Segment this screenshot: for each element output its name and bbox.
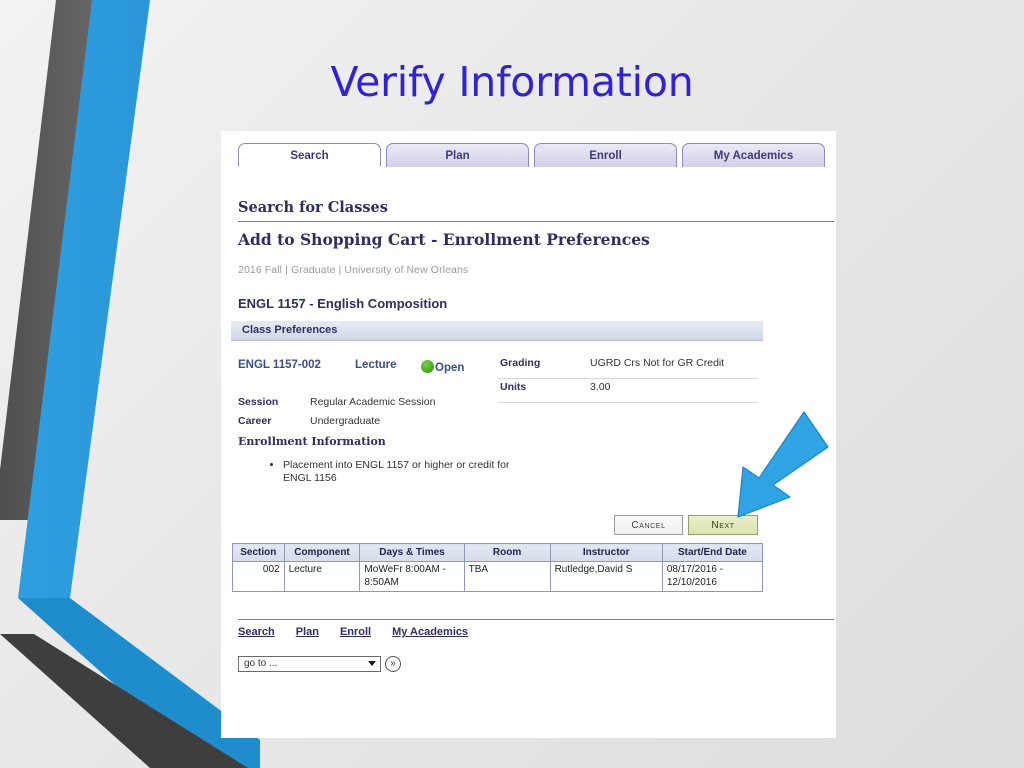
detail-grading: Grading UGRD Crs Not for GR Credit (498, 355, 758, 379)
col-days-times: Days & Times (359, 543, 465, 562)
col-section: Section (232, 543, 285, 562)
open-status-icon (421, 360, 434, 373)
page-heading: Search for Classes (238, 199, 388, 216)
cell-section: 002 (232, 561, 285, 592)
detail-grading-key: Grading (500, 357, 541, 369)
detail-session-value: Regular Academic Session (310, 396, 436, 408)
tab-my-academics[interactable]: My Academics (682, 143, 825, 167)
footer-divider (238, 619, 834, 620)
class-code: ENGL 1157-002 (238, 359, 321, 371)
cell-room: TBA (463, 561, 551, 592)
goto-submit-button[interactable]: » (385, 655, 401, 672)
enrollment-information-heading: Enrollment Information (238, 435, 386, 448)
class-preferences-label: Class Preferences (242, 324, 338, 336)
tab-search[interactable]: Search (238, 143, 381, 167)
status-badge: Open (421, 358, 464, 374)
schedule-table: Section Component Days & Times Room Inst… (232, 543, 764, 592)
footer-link-my-academics[interactable]: My Academics (392, 626, 468, 638)
list-item: Placement into ENGL 1157 or higher or cr… (283, 459, 533, 485)
class-identity-row: ENGL 1157-002 Lecture Open (238, 359, 498, 377)
cell-instructor: Rutledge,David S (549, 561, 663, 592)
detail-units-value: 3.00 (590, 381, 611, 393)
detail-career-value: Undergraduate (310, 415, 381, 427)
detail-grading-value: UGRD Crs Not for GR Credit (590, 357, 725, 369)
col-instructor: Instructor (549, 543, 663, 562)
chevron-down-icon (368, 660, 376, 666)
detail-units-key: Units (500, 381, 527, 393)
footer-link-plan[interactable]: Plan (296, 626, 319, 638)
status-label: Open (435, 362, 465, 374)
cell-days-times: MoWeFr 8:00AM - 8:50AM (359, 561, 465, 592)
course-title: ENGL 1157 - English Composition (238, 296, 448, 311)
page-title: Verify Information (330, 58, 694, 106)
table-row: 002 Lecture MoWeFr 8:00AM - 8:50AM TBA R… (232, 561, 764, 592)
goto-control-group: go to ... » (238, 655, 401, 672)
heading-divider (238, 221, 834, 222)
tab-plan[interactable]: Plan (386, 143, 529, 167)
cell-component: Lecture (283, 561, 361, 592)
grading-units-panel: Grading UGRD Crs Not for GR Credit Units… (498, 355, 758, 403)
goto-select[interactable]: go to ... (238, 655, 381, 672)
detail-session-key: Session (238, 396, 279, 408)
footer-link-search[interactable]: Search (238, 626, 275, 638)
cancel-button[interactable]: Cancel (614, 515, 683, 535)
goto-selected-value: go to ... (244, 657, 278, 669)
sub-heading: Add to Shopping Cart - Enrollment Prefer… (238, 230, 650, 249)
footer-link-enroll[interactable]: Enroll (340, 626, 371, 638)
next-button[interactable]: Next (688, 515, 758, 535)
detail-units: Units 3.00 (498, 379, 758, 403)
table-header-row: Section Component Days & Times Room Inst… (232, 543, 764, 562)
enrollment-information-list: Placement into ENGL 1157 or higher or cr… (265, 459, 533, 485)
col-component: Component (283, 543, 361, 562)
breadcrumb: 2016 Fall | Graduate | University of New… (238, 264, 469, 276)
detail-career-key: Career (238, 415, 272, 427)
application-screenshot-panel: Search Plan Enroll My Academics Search f… (221, 131, 836, 738)
col-start-end-date: Start/End Date (661, 543, 764, 562)
cell-start-end-date: 08/17/2016 - 12/10/2016 (661, 561, 764, 592)
tab-bar: Search Plan Enroll My Academics (238, 143, 825, 169)
class-component: Lecture (355, 359, 397, 371)
col-room: Room (463, 543, 551, 562)
footer-link-bar: Search Plan Enroll My Academics (238, 626, 489, 638)
class-preferences-bar: Class Preferences (231, 321, 763, 341)
tab-enroll[interactable]: Enroll (534, 143, 677, 167)
